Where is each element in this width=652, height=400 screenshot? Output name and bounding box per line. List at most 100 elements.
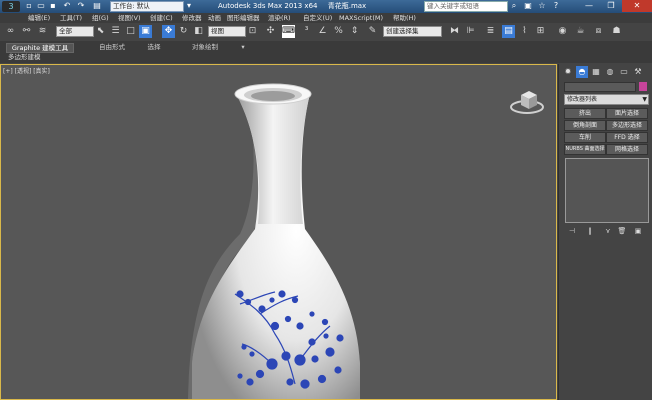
ribbon-options-icon[interactable]: ▾: [238, 43, 248, 51]
menu-graph-editors[interactable]: 图形编辑器: [227, 13, 260, 23]
poly-select-button[interactable]: 多边形选择: [606, 120, 648, 131]
schematic-view-icon[interactable]: ⊞: [534, 25, 547, 38]
search-input[interactable]: 键入关键字或短语: [424, 1, 508, 12]
create-tab-icon[interactable]: ✹: [562, 66, 574, 78]
named-selection-set-dropdown[interactable]: 创建选择集: [383, 26, 442, 37]
menu-rendering[interactable]: 渲染(R): [268, 13, 291, 23]
select-and-rotate-icon[interactable]: ↻: [177, 25, 190, 38]
render-setup-icon[interactable]: ☕: [574, 25, 587, 38]
file-name-title: 青花瓶.max: [327, 2, 367, 10]
menu-customize[interactable]: 自定义(U): [303, 13, 332, 23]
workspace-selector[interactable]: 工作台: 默认: [110, 1, 184, 12]
object-name-field[interactable]: [564, 82, 636, 92]
rendered-frame-window-icon[interactable]: ⧈: [592, 25, 605, 38]
hierarchy-tab-icon[interactable]: ▦: [590, 66, 602, 78]
object-color-swatch[interactable]: [639, 82, 647, 91]
menu-animation[interactable]: 动画: [208, 13, 221, 23]
maximize-button[interactable]: ❐: [600, 0, 622, 12]
select-object-icon[interactable]: ⬉: [94, 25, 107, 38]
select-and-link-icon[interactable]: ∞: [4, 25, 17, 38]
spinner-snap-icon[interactable]: ⇕: [348, 25, 361, 38]
menu-help[interactable]: 帮助(H): [393, 13, 416, 23]
viewcube-icon: [510, 91, 544, 114]
show-end-result-icon[interactable]: ‖: [585, 226, 595, 236]
selection-filter-value: 全部: [59, 27, 72, 35]
select-and-manipulate-icon[interactable]: ✣: [264, 25, 277, 38]
viewport-label[interactable]: [+] [透视] [真实]: [3, 66, 50, 75]
app-logo-button[interactable]: 3: [2, 1, 20, 12]
app-version-title: Autodesk 3ds Max 2013 x64: [218, 2, 318, 10]
active-viewport-border: [0, 64, 557, 400]
reference-coordinate-value: 视图: [211, 27, 224, 35]
tab-object-paint[interactable]: 对象绘制: [184, 43, 226, 51]
rectangular-selection-icon[interactable]: □: [124, 25, 137, 38]
ffd-select-button[interactable]: FFD 选择: [606, 132, 648, 143]
menu-tools[interactable]: 工具(T): [60, 13, 82, 23]
mirror-icon[interactable]: ⧓: [448, 25, 461, 38]
tab-freeform[interactable]: 自由形式: [92, 43, 132, 51]
menu-modifiers[interactable]: 修改器: [182, 13, 202, 23]
nurbs-surface-select-button[interactable]: NURBS 曲面选择: [564, 144, 606, 155]
window-crossing-icon[interactable]: ▣: [139, 25, 152, 38]
selection-filter-dropdown[interactable]: 全部: [56, 26, 94, 37]
modifier-stack[interactable]: [565, 158, 649, 223]
menu-edit[interactable]: 编辑(E): [28, 13, 50, 23]
mesh-select-button[interactable]: 网格选择: [606, 144, 648, 155]
subscription-icon[interactable]: ▣: [523, 1, 533, 11]
modifier-list-dropdown[interactable]: 修改器列表 ▼: [564, 94, 649, 105]
perspective-viewport[interactable]: [+] [透视] [真实]: [0, 64, 557, 400]
tab-selection[interactable]: 选择: [142, 43, 166, 51]
help-icon[interactable]: ?: [551, 1, 561, 11]
reference-coordinate-dropdown[interactable]: 视图: [208, 26, 246, 37]
angle-snap-icon[interactable]: ∠: [316, 25, 329, 38]
menu-view[interactable]: 视图(V): [118, 13, 141, 23]
menu-maxscript[interactable]: MAXScript(M): [339, 13, 383, 23]
render-production-icon[interactable]: ☗: [610, 25, 623, 38]
menu-group[interactable]: 组(G): [92, 13, 109, 23]
main-toolbar: ∞ ⚯ ≋ 全部 ⬉ ☰ □ ▣ ✥ ↻ ◧ 视图 ⊡ ✣ ⌨ ³ ∠ % ⇕ …: [0, 23, 652, 42]
menu-create[interactable]: 创建(C): [150, 13, 173, 23]
polygon-modeling-panel[interactable]: 多边形建模: [8, 53, 41, 62]
keyboard-shortcut-override-icon[interactable]: ⌨: [282, 25, 295, 38]
snaps-toggle-icon[interactable]: ³: [300, 25, 313, 38]
close-button[interactable]: ✕: [622, 0, 652, 12]
layer-manager-icon[interactable]: ≣: [484, 25, 497, 38]
select-by-name-icon[interactable]: ☰: [109, 25, 122, 38]
curve-editor-icon[interactable]: ⌇: [518, 25, 531, 38]
bevel-profile-button[interactable]: 倒角剖面: [564, 120, 606, 131]
lathe-button[interactable]: 车削: [564, 132, 606, 143]
configure-modifier-sets-icon[interactable]: ▣: [633, 226, 643, 236]
select-and-scale-icon[interactable]: ◧: [192, 25, 205, 38]
minimize-button[interactable]: —: [578, 0, 600, 12]
unlink-icon[interactable]: ⚯: [20, 25, 33, 38]
communication-center-icon[interactable]: ☆: [537, 1, 547, 11]
redo-icon[interactable]: ↷: [76, 1, 86, 11]
align-icon[interactable]: ⊫: [464, 25, 477, 38]
material-editor-icon[interactable]: ◉: [556, 25, 569, 38]
edit-named-selection-icon[interactable]: ✎: [366, 25, 379, 38]
new-file-icon[interactable]: ▫: [24, 1, 34, 11]
project-folder-icon[interactable]: ▤: [92, 1, 102, 11]
modify-tab-icon[interactable]: ◓: [576, 66, 588, 78]
display-tab-icon[interactable]: ▭: [618, 66, 630, 78]
save-file-icon[interactable]: ▪: [48, 1, 58, 11]
bind-space-warp-icon[interactable]: ≋: [36, 25, 49, 38]
pin-stack-icon[interactable]: ⊣: [567, 226, 577, 236]
graphite-ribbon-toggle-icon[interactable]: ▤: [502, 25, 515, 38]
patch-select-button[interactable]: 面片选择: [606, 108, 648, 119]
pivot-center-icon[interactable]: ⊡: [246, 25, 259, 38]
percent-snap-icon[interactable]: %: [332, 25, 345, 38]
binoculars-icon[interactable]: ⌕: [509, 1, 519, 11]
select-and-move-icon[interactable]: ✥: [162, 25, 175, 38]
extrude-button[interactable]: 挤出: [564, 108, 606, 119]
open-file-icon[interactable]: ▭: [36, 1, 46, 11]
utilities-tab-icon[interactable]: ⚒: [632, 66, 644, 78]
remove-modifier-icon[interactable]: 🗑: [617, 226, 627, 236]
undo-icon[interactable]: ↶: [62, 1, 72, 11]
make-unique-icon[interactable]: ⋎: [603, 226, 613, 236]
motion-tab-icon[interactable]: ◍: [604, 66, 616, 78]
tab-graphite-modeling[interactable]: Graphite 建模工具: [6, 43, 74, 53]
viewcube[interactable]: [507, 79, 547, 119]
workspace-dropdown-icon[interactable]: ▾: [184, 1, 194, 11]
graphite-ribbon: Graphite 建模工具 自由形式 选择 对象绘制 ▾ 多边形建模: [0, 41, 652, 63]
